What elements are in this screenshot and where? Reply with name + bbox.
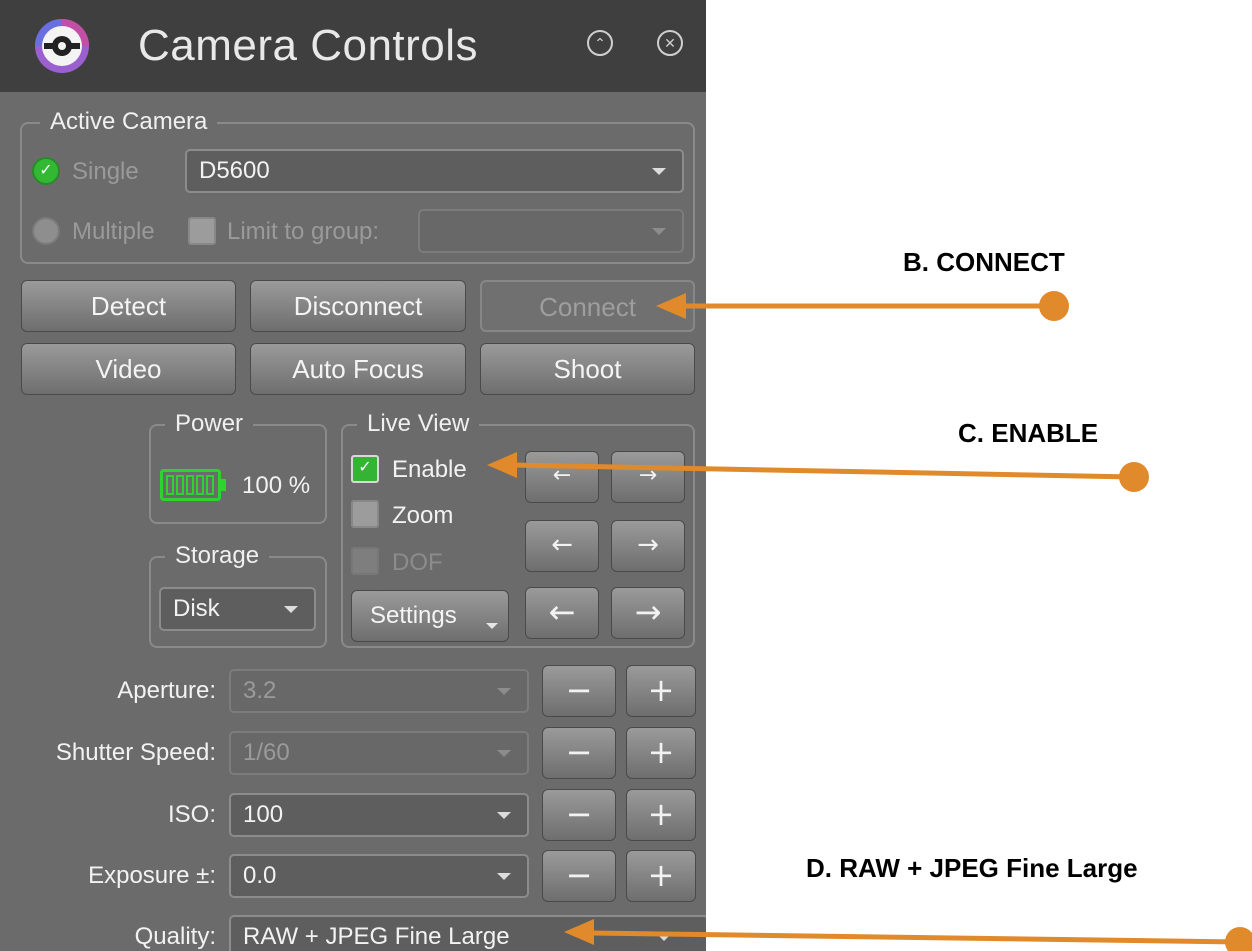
connect-arrow-head	[656, 293, 686, 319]
enable-arrow-line	[509, 462, 1135, 480]
connect-arrow-dot	[1039, 291, 1069, 321]
callout-b-connect: B. CONNECT	[903, 247, 1065, 277]
enable-arrow-dot	[1119, 462, 1149, 492]
callout-d-quality: D. RAW + JPEG Fine Large	[806, 853, 1138, 883]
enable-arrow-head	[487, 452, 517, 478]
quality-arrow-dot	[1225, 927, 1252, 951]
quality-arrow-line	[589, 930, 1241, 945]
callout-c-enable: C. ENABLE	[958, 418, 1099, 448]
quality-arrow-head	[564, 919, 594, 945]
annotation-arrows	[487, 291, 1252, 951]
